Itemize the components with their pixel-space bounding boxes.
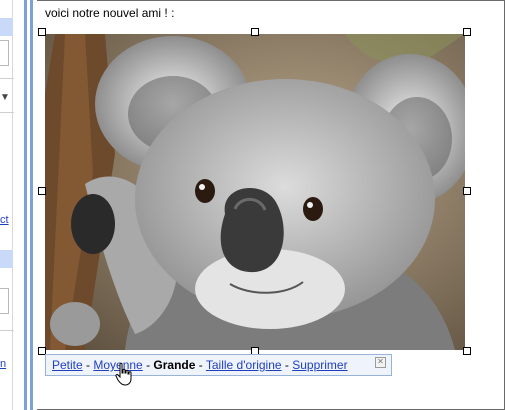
delete-image-link[interactable]: Supprimer xyxy=(292,358,347,372)
sidebar-header-bar xyxy=(0,250,13,268)
left-sidebar: ▼ ct n xyxy=(0,0,22,410)
sidebar-link-2[interactable]: n xyxy=(0,358,6,370)
separator: - xyxy=(82,358,94,372)
sidebar-header-bar xyxy=(0,18,13,36)
editor-colon: : xyxy=(167,6,175,20)
separator: - xyxy=(195,358,206,372)
sidebar-separator xyxy=(0,112,14,113)
chevron-down-icon[interactable]: ▼ xyxy=(0,92,10,103)
separator: - xyxy=(281,358,293,372)
editor-frame-line xyxy=(24,0,27,410)
hand-cursor-icon xyxy=(115,362,132,386)
size-small-link[interactable]: Petite xyxy=(52,358,83,372)
separator: - xyxy=(142,358,154,372)
sidebar-input-box[interactable] xyxy=(0,40,9,66)
sidebar-divider xyxy=(12,0,13,410)
close-icon[interactable]: ✕ xyxy=(375,357,386,368)
resize-handle-left[interactable] xyxy=(38,187,46,195)
size-original-link[interactable]: Taille d'origine xyxy=(206,358,282,372)
sidebar-separator xyxy=(0,330,14,331)
editor-text: voici notre nouvel ami ! : xyxy=(45,6,174,20)
editor-frame-line xyxy=(30,0,33,410)
editor-sentence: voici notre nouvel ami ! xyxy=(45,6,168,20)
koala-image[interactable] xyxy=(45,34,465,350)
koala-photo xyxy=(45,34,465,350)
resize-handle-top[interactable] xyxy=(251,28,259,36)
sidebar-separator xyxy=(0,78,14,79)
resize-handle-right[interactable] xyxy=(463,187,471,195)
size-large-selected: Grande xyxy=(153,358,196,372)
resize-handle-top-left[interactable] xyxy=(38,28,46,36)
resize-handle-top-right[interactable] xyxy=(463,28,471,36)
image-size-bar: Petite - Moyenne - Grande - Taille d'ori… xyxy=(45,354,392,376)
resize-handle-bottom-right[interactable] xyxy=(463,347,471,355)
sidebar-input-box[interactable] xyxy=(0,288,9,314)
sidebar-link-1[interactable]: ct xyxy=(0,214,9,226)
